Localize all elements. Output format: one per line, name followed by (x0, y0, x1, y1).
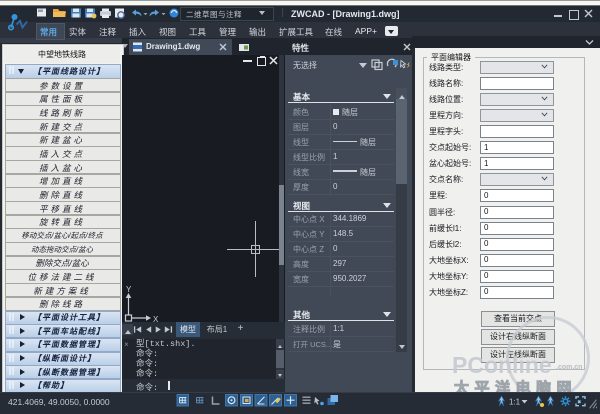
svg-text:1:1: 1:1 (509, 398, 521, 407)
svg-text:Y: Y (126, 285, 132, 294)
